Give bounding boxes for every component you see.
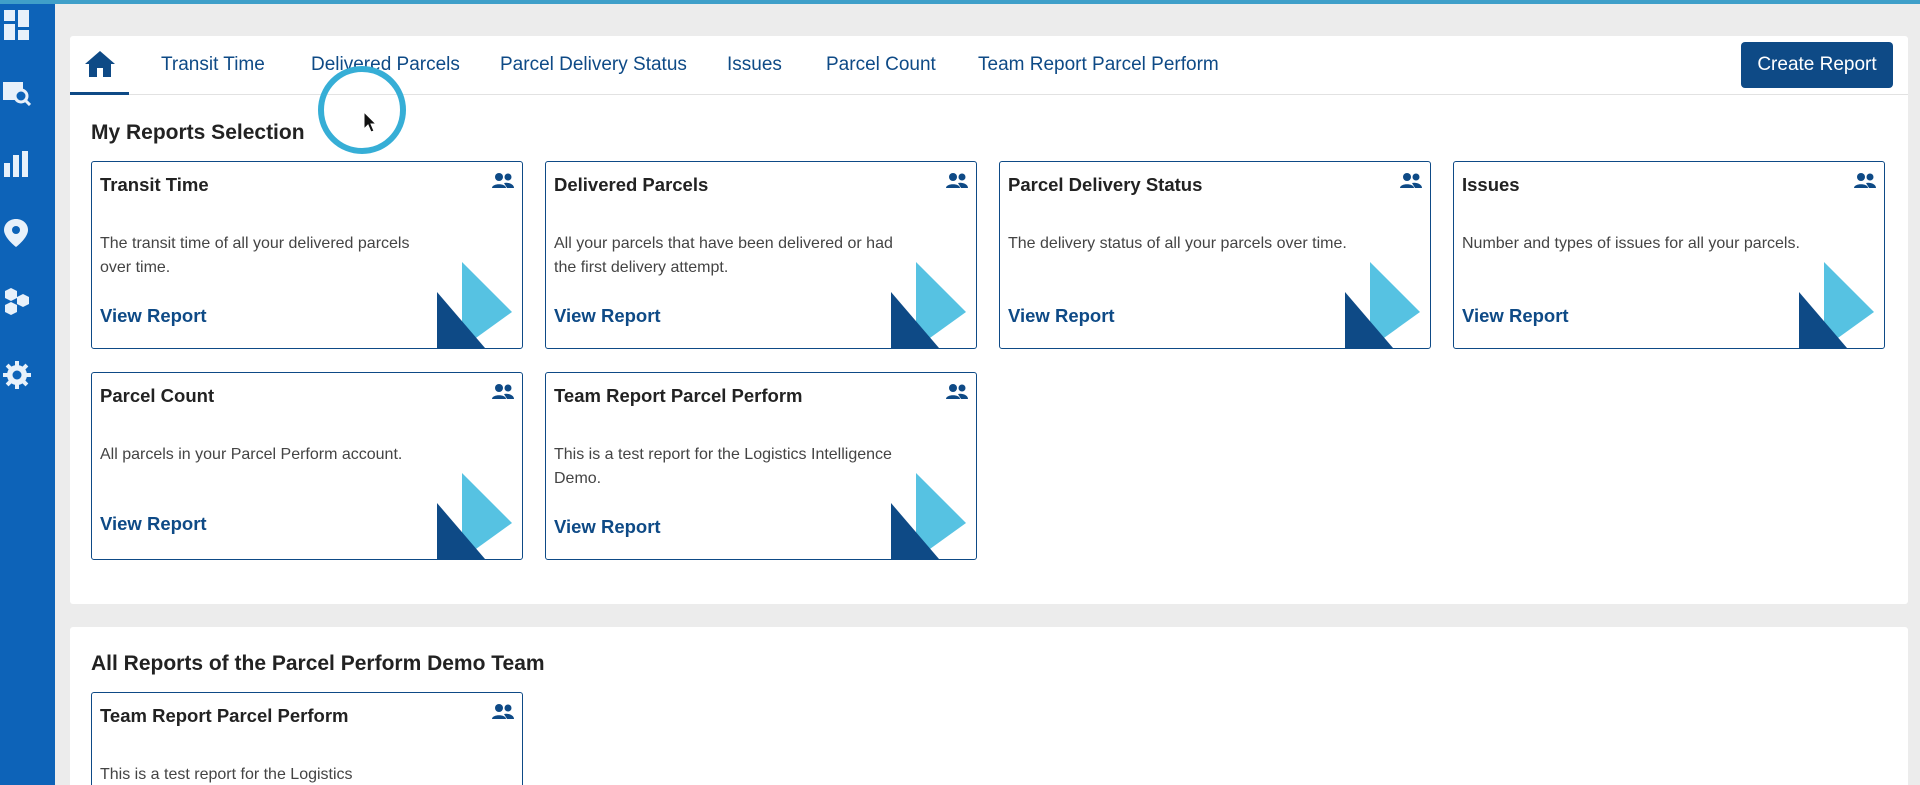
report-logo-icon — [437, 473, 512, 559]
tab-parcel-count[interactable]: Parcel Count — [826, 54, 936, 76]
tab-parcel-delivery-status[interactable]: Parcel Delivery Status — [500, 54, 687, 76]
view-report-link[interactable]: View Report — [554, 305, 661, 327]
team-icon — [492, 384, 514, 399]
cursor-highlight — [318, 66, 406, 154]
team-icon — [1400, 173, 1422, 188]
view-report-link[interactable]: View Report — [100, 513, 207, 535]
view-report-link[interactable]: View Report — [1008, 305, 1115, 327]
card-description: Number and types of issues for all your … — [1462, 235, 1800, 252]
card-description: The transit time of all your delivered p… — [100, 235, 410, 276]
report-logo-icon — [891, 473, 966, 559]
card-title: Transit Time — [100, 174, 209, 195]
section-title-my-reports: My Reports Selection — [91, 121, 305, 144]
report-card[interactable]: Parcel Count All parcels in your Parcel … — [91, 372, 523, 560]
card-description: This is a test report for the Logistics — [100, 766, 353, 783]
tab-home[interactable] — [70, 36, 129, 95]
top-accent-line — [0, 0, 1920, 4]
create-report-button[interactable]: Create Report — [1741, 42, 1893, 88]
view-report-link[interactable]: View Report — [100, 305, 207, 327]
bar-chart-icon[interactable] — [0, 147, 34, 181]
card-title: Delivered Parcels — [554, 174, 709, 195]
report-logo-icon — [1799, 262, 1874, 348]
report-card[interactable]: Parcel Delivery Status The delivery stat… — [999, 161, 1431, 349]
tab-team-report[interactable]: Team Report Parcel Perform — [978, 54, 1219, 76]
card-title: Parcel Delivery Status — [1008, 174, 1203, 195]
home-icon — [84, 51, 115, 77]
card-title: Team Report Parcel Perform — [554, 385, 803, 406]
view-report-link[interactable]: View Report — [554, 516, 661, 538]
team-reports-panel: All Reports of the Parcel Perform Demo T… — [70, 627, 1908, 785]
map-pin-icon[interactable] — [0, 216, 34, 250]
report-card[interactable]: Team Report Parcel Perform This is a tes… — [545, 372, 977, 560]
team-icon — [946, 173, 968, 188]
sidebar — [0, 0, 55, 785]
report-logo-icon — [1345, 262, 1420, 348]
report-card[interactable]: Delivered Parcels All your parcels that … — [545, 161, 977, 349]
tab-transit-time[interactable]: Transit Time — [161, 54, 265, 76]
card-title: Parcel Count — [100, 385, 215, 406]
view-report-link[interactable]: View Report — [1462, 305, 1569, 327]
card-title: Issues — [1462, 174, 1520, 195]
report-card[interactable]: Transit Time The transit time of all you… — [91, 161, 523, 349]
report-logo-icon — [437, 262, 512, 348]
tab-issues[interactable]: Issues — [727, 54, 782, 76]
report-logo-icon — [891, 262, 966, 348]
hexagons-icon[interactable] — [0, 285, 34, 319]
team-icon — [946, 384, 968, 399]
card-description: All parcels in your Parcel Perform accou… — [100, 446, 403, 463]
report-card[interactable]: Issues Number and types of issues for al… — [1453, 161, 1885, 349]
card-description: All your parcels that have been delivere… — [554, 235, 893, 276]
parcel-search-icon[interactable] — [0, 76, 34, 110]
section-title-team-reports: All Reports of the Parcel Perform Demo T… — [91, 652, 545, 675]
card-description: The delivery status of all your parcels … — [1008, 235, 1347, 252]
report-card[interactable]: Team Report Parcel Perform This is a tes… — [91, 692, 523, 785]
settings-icon[interactable] — [0, 358, 34, 392]
card-title: Team Report Parcel Perform — [100, 705, 349, 726]
dashboard-icon[interactable] — [0, 8, 34, 42]
cursor-arrow-icon — [364, 112, 378, 133]
team-icon — [1854, 173, 1876, 188]
card-description: This is a test report for the Logistics … — [554, 446, 892, 487]
team-icon — [492, 704, 514, 719]
team-icon — [492, 173, 514, 188]
